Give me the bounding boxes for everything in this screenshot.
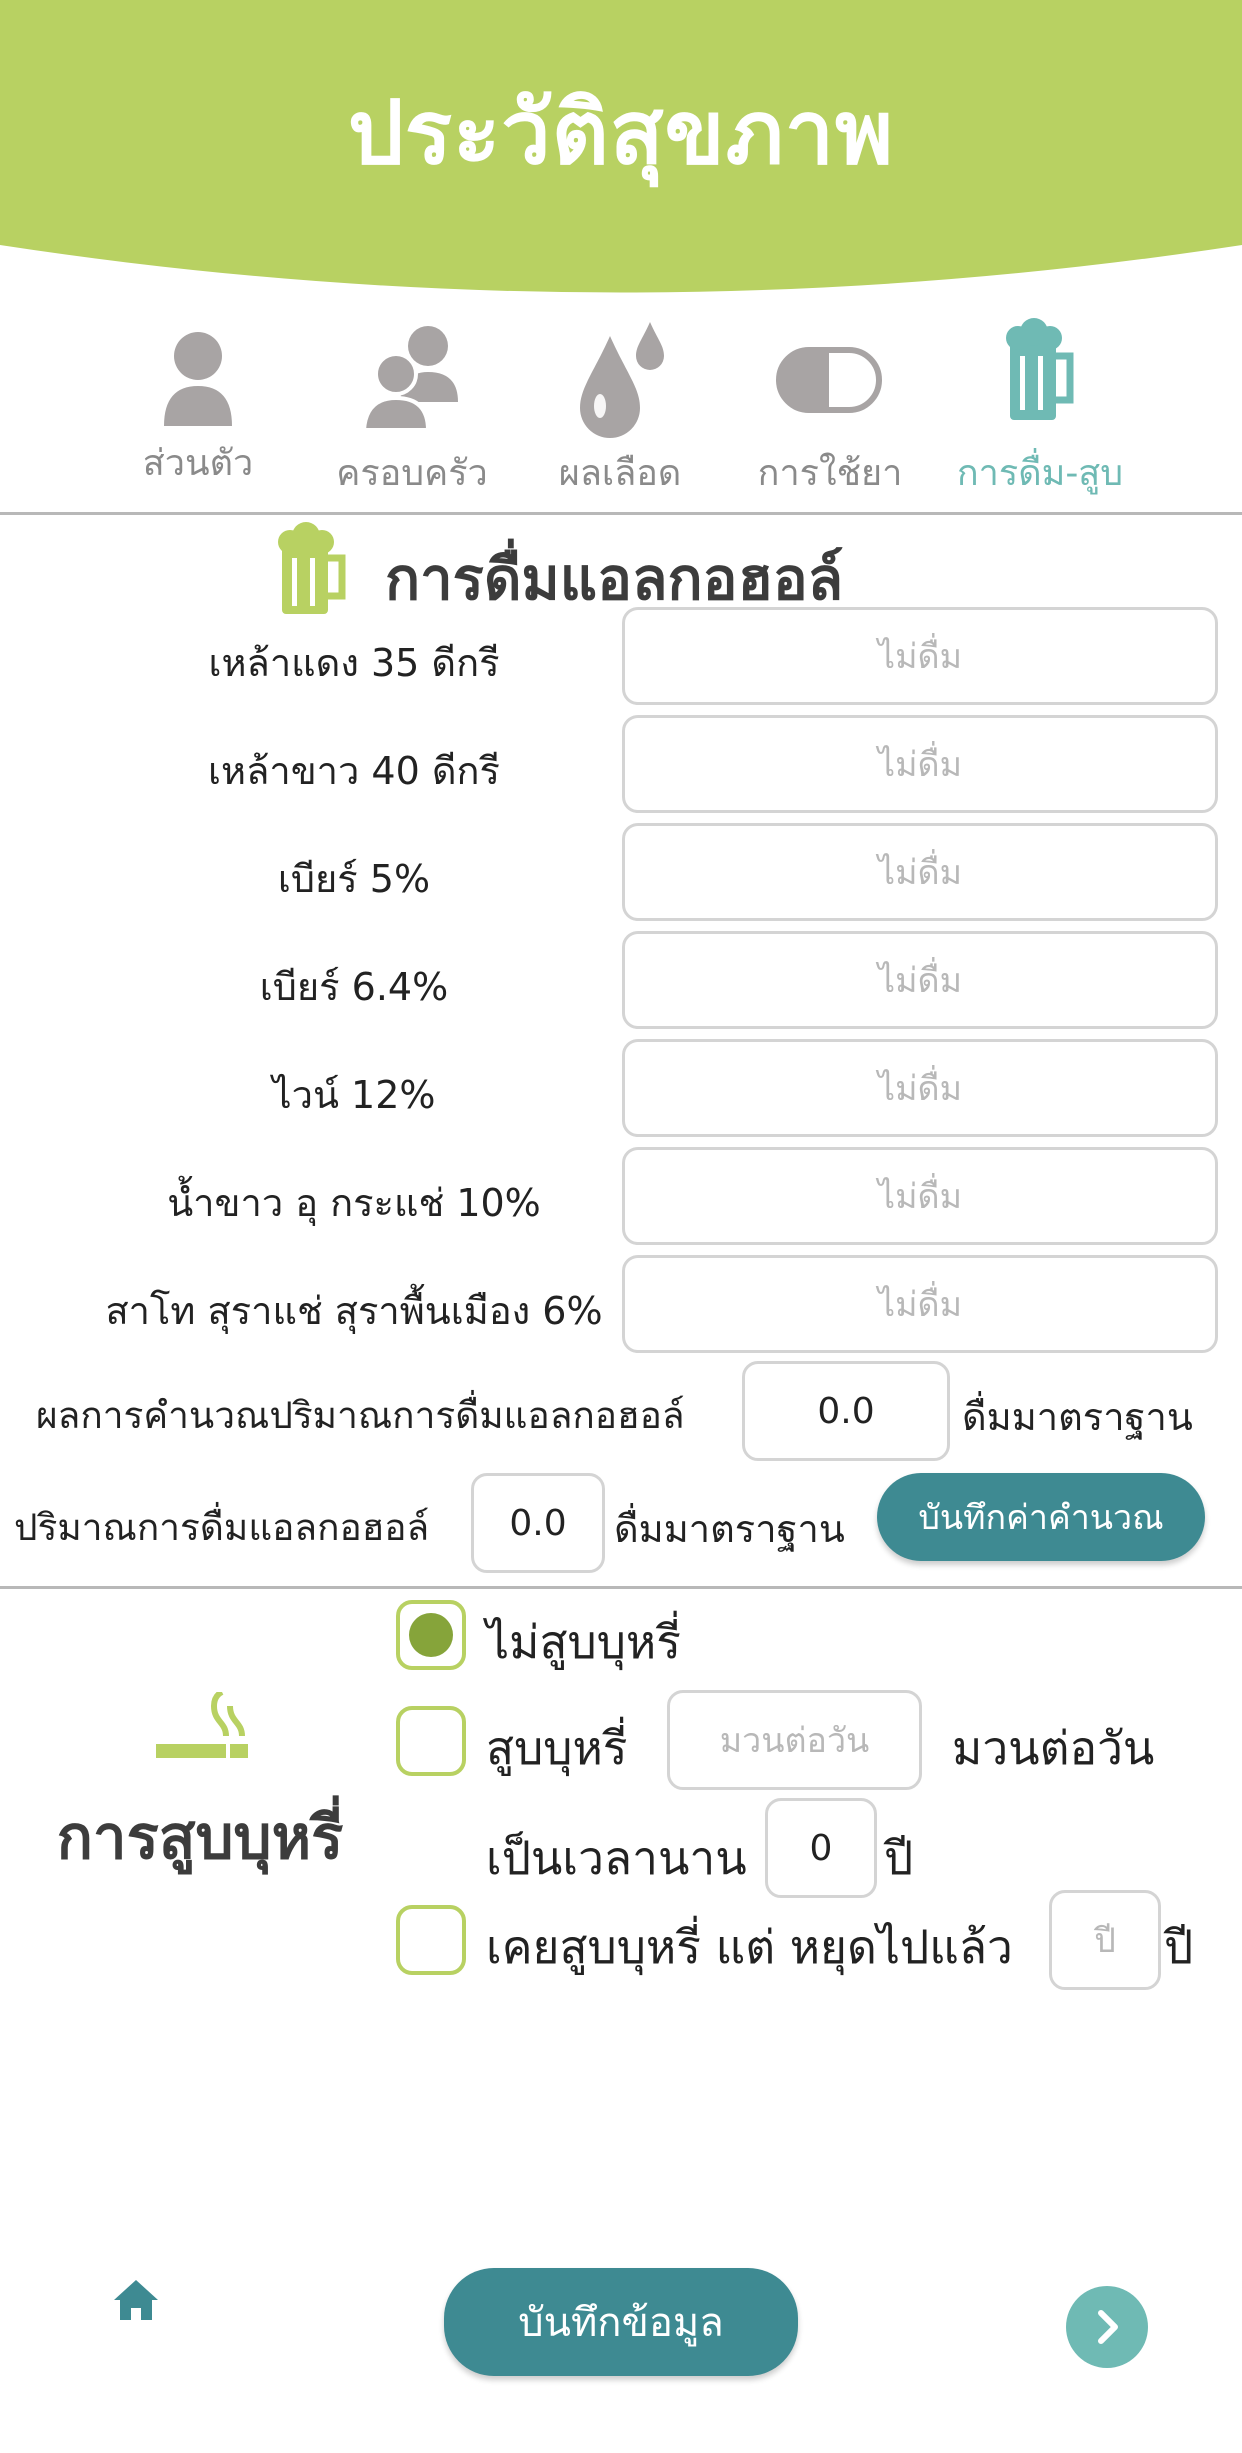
tab-blood-results[interactable]: ผลเลือด — [520, 310, 720, 510]
alcohol-amount-label: ปริมาณการดื่มแอลกอฮอล์ — [14, 1506, 430, 1549]
quit-smoking-radio[interactable] — [396, 1905, 466, 1975]
drink-amount-input[interactable]: ไม่ดื่ม — [622, 715, 1218, 813]
chevron-right-icon — [1098, 2310, 1118, 2344]
drink-amount-input[interactable]: ไม่ดื่ม — [622, 607, 1218, 705]
quit-smoking-label: เคยสูบบุหรี่ แต่ หยุดไปแล้ว — [486, 1920, 1013, 1974]
smoke-radio[interactable] — [396, 1706, 466, 1776]
cigarettes-per-day-unit: มวนต่อวัน — [952, 1721, 1155, 1775]
cigarettes-per-day-input[interactable]: มวนต่อวัน — [667, 1690, 922, 1790]
page-title: ประวัติสุขภาพ — [347, 81, 895, 184]
calc-result-value: 0.0 — [742, 1361, 950, 1461]
divider — [0, 512, 1242, 515]
smoking-section-title: การสูบบุหรี่ — [56, 1803, 344, 1873]
drink-amount-input[interactable]: ไม่ดื่ม — [622, 1147, 1218, 1245]
tab-medication[interactable]: การใช้ยา — [730, 310, 930, 510]
calc-result-label: ผลการคำนวณปริมาณการดื่มแอลกอฮอล์ — [36, 1394, 685, 1437]
smoke-duration-input[interactable]: 0 — [765, 1798, 877, 1898]
drink-label: เหล้าแดง 35 ดีกรี — [208, 641, 500, 685]
drink-amount-input[interactable]: ไม่ดื่ม — [622, 823, 1218, 921]
tab-family[interactable]: ครอบครัว — [312, 310, 512, 510]
tab-label: ครอบครัว — [336, 453, 488, 494]
no-smoke-label: ไม่สูบบุหรี่ — [486, 1615, 681, 1669]
header: ประวัติสุขภาพ — [0, 0, 1242, 310]
tab-label: ผลเลือด — [558, 453, 682, 494]
tab-label: การใช้ยา — [757, 453, 903, 494]
save-data-button[interactable]: บันทึกข้อมูล — [444, 2268, 798, 2376]
drink-amount-input[interactable]: ไม่ดื่ม — [622, 1039, 1218, 1137]
tab-personal[interactable]: ส่วนตัว — [98, 310, 298, 510]
smoke-label: สูบบุหรี่ — [486, 1721, 628, 1775]
no-smoke-radio[interactable] — [396, 1600, 466, 1670]
tab-label: ส่วนตัว — [142, 443, 254, 484]
tab-bar: ส่วนตัว ครอบครัว ผลเลือด การใช้ยา การดื่… — [0, 310, 1242, 510]
selected-dot — [409, 1613, 453, 1657]
tab-label: การดื่ม-สูบ — [956, 453, 1124, 494]
calc-result-unit: ดื่มมาตราฐาน — [962, 1395, 1193, 1439]
drink-label: เบียร์ 5% — [277, 857, 431, 901]
quit-years-unit: ปี — [1164, 1920, 1194, 1974]
tab-drinking-smoking[interactable]: การดื่ม-สูบ — [940, 310, 1140, 510]
home-icon[interactable] — [112, 2278, 160, 2322]
beer-mug-icon — [1006, 318, 1074, 420]
save-calculation-button[interactable]: บันทึกค่าคำนวณ — [877, 1473, 1205, 1561]
pill-icon — [776, 347, 882, 413]
drink-label: สาโท สุราแช่ สุราพื้นเมือง 6% — [105, 1289, 603, 1333]
beer-mug-icon — [278, 522, 346, 614]
drink-label: น้ำขาว อุ กระแช่ 10% — [167, 1181, 541, 1225]
blood-drops-icon — [580, 322, 664, 438]
drink-amount-input[interactable]: ไม่ดื่ม — [622, 931, 1218, 1029]
quit-years-input[interactable]: ปี — [1049, 1890, 1161, 1990]
smoke-duration-unit: ปี — [884, 1831, 914, 1885]
drink-label: ไวน์ 12% — [272, 1073, 436, 1117]
drink-label: เหล้าขาว 40 ดีกรี — [208, 749, 500, 793]
cigarette-icon — [156, 1692, 248, 1758]
next-button[interactable] — [1066, 2286, 1148, 2368]
drink-amount-input[interactable]: ไม่ดื่ม — [622, 1255, 1218, 1353]
alcohol-amount-unit: ดื่มมาตราฐาน — [614, 1507, 845, 1551]
smoke-duration-label: เป็นเวลานาน — [486, 1831, 747, 1885]
divider — [0, 1586, 1242, 1589]
alcohol-amount-input[interactable]: 0.0 — [471, 1473, 605, 1573]
drink-label: เบียร์ 6.4% — [259, 965, 449, 1009]
person-icon — [164, 332, 232, 426]
family-icon — [362, 326, 458, 432]
